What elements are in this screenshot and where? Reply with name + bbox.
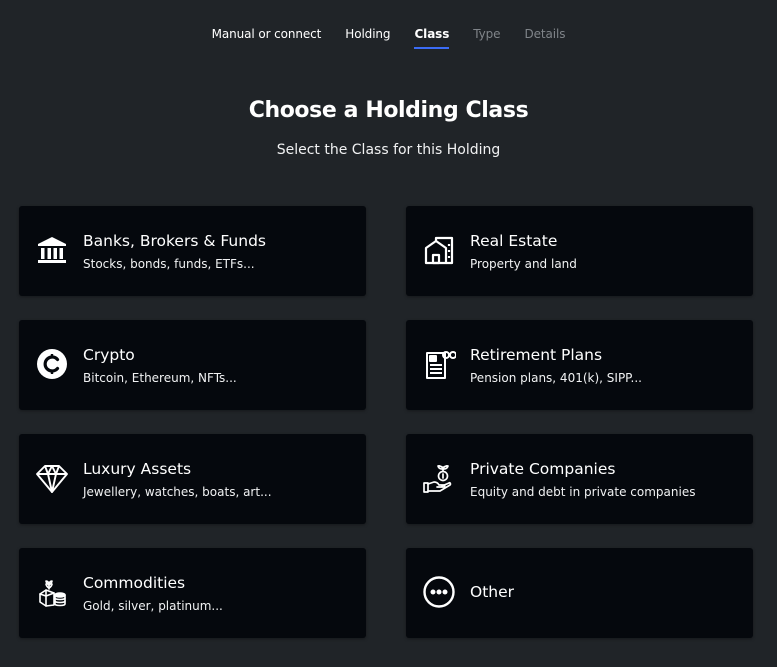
class-card-title: Retirement Plans bbox=[470, 346, 603, 364]
class-card-banks-brokers-funds[interactable]: Banks, Brokers & Funds Stocks, bonds, fu… bbox=[19, 206, 366, 296]
class-card-subtitle: Property and land bbox=[470, 257, 577, 271]
step-manual-or-connect[interactable]: Manual or connect bbox=[212, 24, 322, 44]
retirement-document-icon bbox=[422, 347, 456, 381]
step-holding[interactable]: Holding bbox=[345, 24, 390, 44]
class-card-subtitle: Bitcoin, Ethereum, NFTs... bbox=[83, 371, 237, 385]
class-card-title: Crypto bbox=[83, 346, 135, 364]
class-card-title: Luxury Assets bbox=[83, 460, 192, 478]
class-card-luxury-assets[interactable]: Luxury Assets Jewellery, watches, boats,… bbox=[19, 434, 366, 524]
class-card-subtitle: Jewellery, watches, boats, art... bbox=[83, 485, 272, 499]
bank-icon bbox=[35, 233, 69, 267]
class-card-real-estate[interactable]: Real Estate Property and land bbox=[406, 206, 753, 296]
class-card-subtitle: Stocks, bonds, funds, ETFs... bbox=[83, 257, 255, 271]
step-details: Details bbox=[524, 27, 566, 41]
class-card-title: Real Estate bbox=[470, 232, 558, 250]
more-dots-icon bbox=[422, 575, 456, 609]
commodities-icon bbox=[35, 575, 69, 609]
class-card-title: Banks, Brokers & Funds bbox=[83, 232, 266, 250]
step-type: Type bbox=[473, 27, 501, 41]
class-card-other[interactable]: Other bbox=[406, 548, 753, 638]
class-card-commodities[interactable]: Commodities Gold, silver, platinum... bbox=[19, 548, 366, 638]
class-card-title: Private Companies bbox=[470, 460, 616, 478]
class-card-title: Other bbox=[470, 583, 515, 601]
class-card-subtitle: Pension plans, 401(k), SIPP... bbox=[470, 371, 642, 385]
class-card-retirement-plans[interactable]: Retirement Plans Pension plans, 401(k), … bbox=[406, 320, 753, 410]
house-icon bbox=[422, 233, 456, 267]
class-card-subtitle: Equity and debt in private companies bbox=[470, 485, 696, 499]
class-card-private-companies[interactable]: Private Companies Equity and debt in pri… bbox=[406, 434, 753, 524]
class-card-crypto[interactable]: Crypto Bitcoin, Ethereum, NFTs... bbox=[19, 320, 366, 410]
diamond-icon bbox=[35, 461, 69, 495]
step-class[interactable]: Class bbox=[414, 24, 449, 49]
page-subtitle: Select the Class for this Holding bbox=[276, 142, 501, 158]
class-card-subtitle: Gold, silver, platinum... bbox=[83, 599, 223, 613]
page-title: Choose a Holding Class bbox=[248, 98, 529, 123]
stepper-nav: Manual or connect Holding Class Type Det… bbox=[0, 24, 777, 49]
investment-hand-icon bbox=[422, 461, 456, 495]
crypto-coin-icon bbox=[35, 347, 69, 381]
class-card-title: Commodities bbox=[83, 574, 186, 592]
